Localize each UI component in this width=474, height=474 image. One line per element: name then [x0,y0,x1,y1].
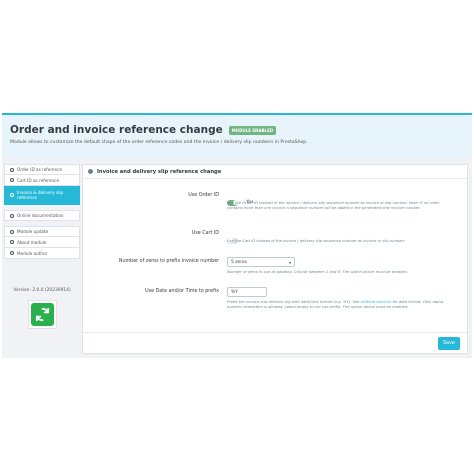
gear-icon [88,169,93,174]
sidebar-item-order-id[interactable]: Order ID as reference [4,164,80,175]
sidebar: Order ID as reference Cart ID as referen… [4,164,80,259]
sidebar-item-label: Module author [17,250,48,256]
field-label: Use Cart ID [191,231,219,236]
document-icon [10,213,14,218]
module-title-row: Order and invoice reference change MODUL… [10,124,277,136]
field-label: Use Date and/or Time to prefix [145,289,219,294]
sync-arrows-icon [31,303,54,326]
module-logo [28,300,57,329]
sidebar-item-label: About module [17,239,47,245]
panel-heading-text: Invoice and delivery slip reference chan… [97,168,222,175]
sidebar-item-author[interactable]: Module author [4,248,80,259]
help-text: Prefix the invoice and delivery slip wit… [227,300,360,304]
panel-footer-divider [83,332,467,333]
field-help: Use the Order ID instead of the invoice … [227,201,440,210]
sidebar-item-label: Invoice & delivery slip reference [17,189,64,200]
date-prefix-input[interactable]: %Y [227,287,267,297]
chevron-down-icon: ▾ [288,259,291,265]
field-help: Prefix the invoice and delivery slip wit… [227,300,447,310]
field-help: Number of zeros to use as padding. Choos… [227,270,408,274]
sidebar-item-label: Cart ID as reference [17,177,60,183]
field-help: Use the Cart ID instead of the invoice /… [227,239,406,243]
settings-panel: Invoice and delivery slip reference chan… [82,164,468,354]
module-version: Version: 2.0.0 (20230914) [13,288,71,293]
refresh-icon [10,229,14,234]
page-title: Order and invoice reference change [10,124,223,136]
info-icon [10,240,14,244]
sidebar-extras: Module update About module Module author [4,226,80,259]
sidebar-item-update[interactable]: Module update [4,226,80,237]
save-button[interactable]: Save [438,337,460,350]
sidebar-item-label: Online documentation [17,213,64,218]
sidebar-item-label: Order ID as reference [17,167,63,172]
sidebar-item-invoice[interactable]: Invoice & delivery slip reference [4,186,80,205]
date-prefix-value: %Y [231,289,238,295]
strftime-link[interactable]: strftime function [361,300,392,304]
sidebar-item-label: Module update [17,229,49,234]
sidebar-item-documentation[interactable]: Online documentation [4,210,80,221]
sidebar-item-about[interactable]: About module [4,237,80,248]
circle-icon [10,178,14,182]
field-label: Use Order ID [188,193,219,198]
sidebar-tabs: Order ID as reference Cart ID as referen… [4,164,80,205]
status-badge: MODULE ENABLED [228,125,277,135]
sidebar-item-cart-id[interactable]: Cart ID as reference [4,175,80,186]
panel-heading: Invoice and delivery slip reference chan… [83,165,467,179]
zeros-select[interactable]: 5 zeros ▾ [227,257,295,267]
zeros-select-value: 5 zeros [231,259,247,265]
sidebar-links: Online documentation [4,210,80,221]
field-label: Number of zeros to prefix invoice number [118,259,219,264]
module-page: Order and invoice reference change MODUL… [0,0,474,474]
module-description: Module allows to customize the default s… [10,140,308,145]
circle-icon [10,167,14,172]
circle-icon [10,193,14,197]
user-icon [10,251,14,255]
